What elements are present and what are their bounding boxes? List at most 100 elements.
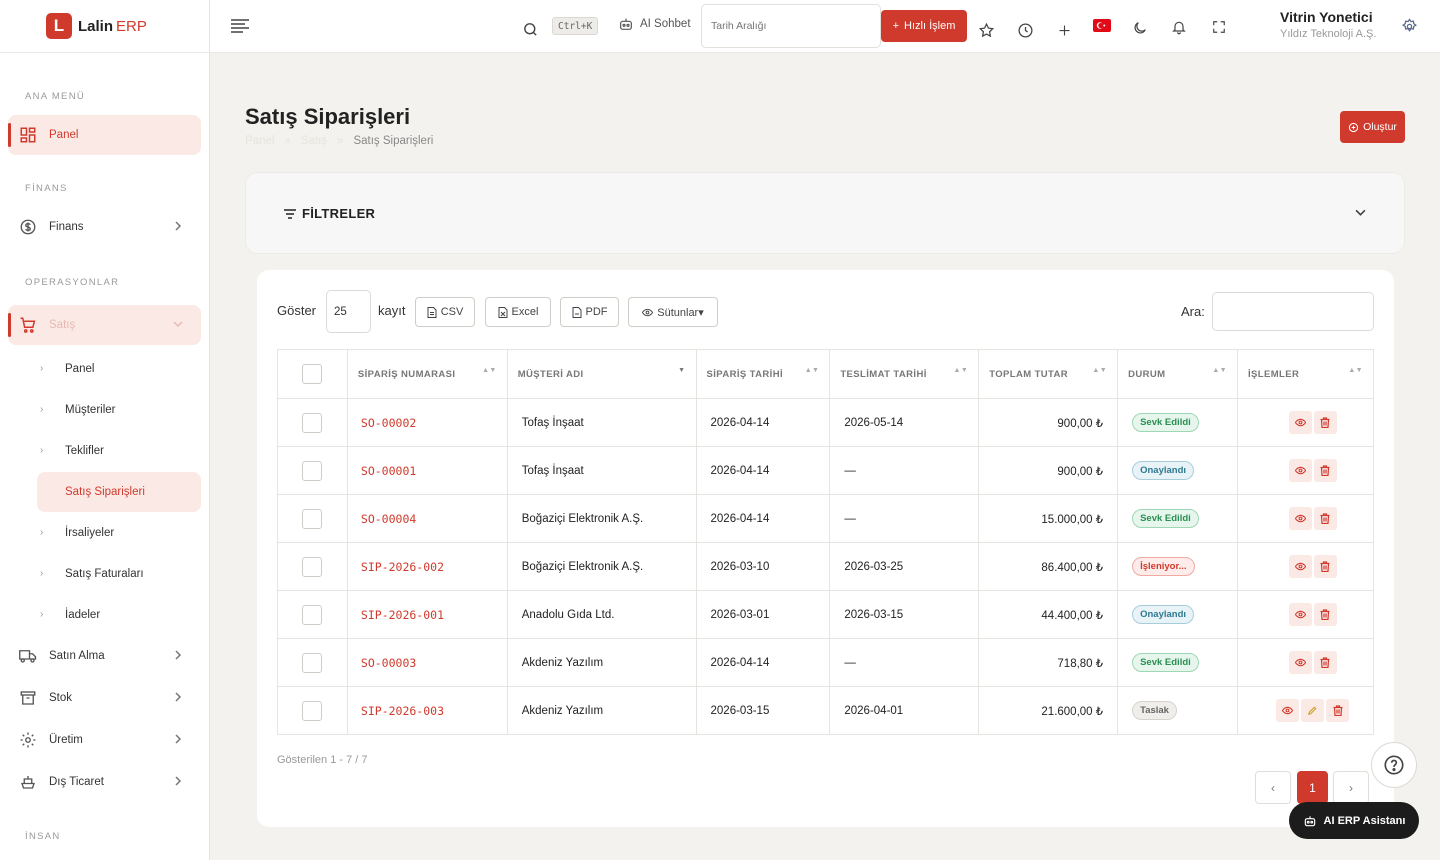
fullscreen-icon[interactable]: [1209, 17, 1229, 37]
header-label: İŞLEMLER: [1248, 368, 1300, 380]
view-icon[interactable]: [1288, 603, 1312, 626]
status-badge: Taslak: [1132, 701, 1177, 720]
column-header-delivery-date[interactable]: TESLİMAT TARİHİ ▲▼: [829, 349, 980, 399]
pdf-export-button[interactable]: PDF: [560, 297, 619, 327]
delete-icon[interactable]: [1313, 651, 1337, 674]
chevron-right-icon: [173, 734, 183, 744]
sidebar-sub-waybills[interactable]: › İrsaliyeler: [37, 513, 201, 553]
sidebar-sub-panel[interactable]: › Panel: [37, 349, 201, 389]
sidebar-sub-quotes[interactable]: › Teklifler: [37, 431, 201, 471]
pdf-label: PDF: [585, 306, 608, 318]
table-row[interactable]: SO-00003 Akdeniz Yazılım 2026-04-14—718,80…: [277, 638, 1374, 687]
sidebar-sub-returns[interactable]: › İadeler: [37, 595, 201, 635]
row-checkbox[interactable]: [302, 604, 323, 625]
table-row[interactable]: SIP-2026-002 Boğaziçi Elektronik A.Ş. 2026…: [277, 542, 1374, 591]
sidebar-sub-customers[interactable]: › Müşteriler: [37, 390, 201, 430]
order-date: 2026-03-01: [695, 590, 831, 639]
header-label: TOPLAM TUTAR: [989, 368, 1069, 380]
bell-icon[interactable]: [1169, 17, 1189, 37]
view-icon[interactable]: [1288, 507, 1312, 530]
table-row[interactable]: SIP-2026-001 Anadolu Gıda Ltd. 2026-03-01 2…: [277, 590, 1374, 639]
chevron-down-icon: [173, 319, 183, 329]
plus-circle-icon: [1348, 122, 1359, 133]
sidebar-item-purchasing[interactable]: Satın Alma: [8, 636, 201, 676]
delete-icon[interactable]: [1313, 507, 1337, 530]
chevron-down-icon[interactable]: [1355, 207, 1366, 218]
view-icon[interactable]: [1276, 699, 1299, 722]
row-checkbox[interactable]: [302, 508, 323, 529]
delete-icon[interactable]: [1313, 555, 1337, 578]
order-number-link[interactable]: SO-00004: [346, 494, 508, 543]
table-row[interactable]: SIP-2026-003 Akdeniz Yazılım 2026-03-15 202…: [277, 686, 1374, 735]
column-header-total[interactable]: TOPLAM TUTAR ▲▼: [978, 349, 1119, 399]
brand[interactable]: L Lalin ERP: [0, 0, 209, 53]
sidebar-item-label: Panel: [49, 129, 79, 141]
order-number-link[interactable]: SO-00003: [346, 638, 508, 687]
delete-icon[interactable]: [1313, 603, 1337, 626]
settings-gear-icon[interactable]: [1399, 16, 1419, 36]
ai-chat-button[interactable]: AI Sohbet: [618, 16, 691, 32]
delete-icon[interactable]: [1326, 699, 1349, 722]
table-row[interactable]: SO-00002 Tofaş İnşaat 2026-04-14 2026-05-14…: [277, 398, 1374, 447]
moon-icon[interactable]: [1130, 18, 1150, 38]
user-name[interactable]: Vitrin Yonetici: [1280, 9, 1373, 25]
search-icon[interactable]: [520, 19, 540, 39]
star-icon[interactable]: [976, 20, 996, 40]
sidebar: L Lalin ERP ANA MENÜ Panel FİNANS Finans …: [0, 0, 210, 860]
date-range-input[interactable]: [701, 4, 881, 48]
columns-toggle-button[interactable]: Sütunlar▾: [628, 297, 718, 327]
row-checkbox[interactable]: [302, 460, 323, 481]
order-number-link[interactable]: SIP-2026-002: [346, 542, 508, 591]
filters-panel[interactable]: FİLTRELER: [245, 172, 1405, 254]
row-checkbox[interactable]: [302, 700, 323, 721]
view-icon[interactable]: [1288, 555, 1312, 578]
pagination-prev-button[interactable]: ‹: [1255, 771, 1291, 804]
sidebar-item-production[interactable]: Üretim: [8, 720, 201, 760]
table-row[interactable]: SO-00004 Boğaziçi Elektronik A.Ş. 2026-04-…: [277, 494, 1374, 543]
delivery-date: 2026-03-25: [829, 542, 980, 591]
order-number-link[interactable]: SO-00001: [346, 446, 508, 495]
select-all-checkbox[interactable]: [302, 364, 323, 384]
sidebar-item-panel[interactable]: Panel: [8, 115, 201, 155]
sidebar-item-sales[interactable]: Satış: [8, 305, 201, 345]
row-checkbox[interactable]: [302, 412, 323, 433]
row-checkbox[interactable]: [302, 556, 323, 577]
view-icon[interactable]: [1288, 411, 1312, 434]
view-icon[interactable]: [1288, 651, 1312, 674]
status-cell: İşleniyor...: [1117, 542, 1239, 591]
breadcrumb-item[interactable]: Satış: [301, 135, 327, 147]
create-button[interactable]: Oluştur: [1340, 111, 1405, 143]
delete-icon[interactable]: [1313, 459, 1337, 482]
sidebar-item-stock[interactable]: Stok: [8, 678, 201, 718]
column-header-customer[interactable]: MÜŞTERİ ADI ▼: [506, 349, 697, 399]
column-header-order-date[interactable]: SİPARİŞ TARİHİ ▲▼: [695, 349, 831, 399]
pagination-page-button[interactable]: 1: [1297, 771, 1328, 804]
delete-icon[interactable]: [1313, 411, 1337, 434]
row-checkbox[interactable]: [302, 652, 323, 673]
ai-assistant-button[interactable]: AI ERP Asistanı: [1289, 802, 1419, 839]
plus-icon[interactable]: [1054, 20, 1074, 40]
order-number-link[interactable]: SIP-2026-001: [346, 590, 508, 639]
edit-icon[interactable]: [1301, 699, 1324, 722]
view-icon[interactable]: [1288, 459, 1312, 482]
table-search-input[interactable]: [1212, 292, 1374, 331]
order-number-link[interactable]: SIP-2026-003: [346, 686, 508, 735]
sidebar-sub-sales-orders[interactable]: Satış Siparişleri: [37, 472, 201, 512]
csv-export-button[interactable]: CSV: [415, 297, 475, 327]
pagination-next-button[interactable]: ›: [1333, 771, 1369, 804]
column-header-order-no[interactable]: SİPARİŞ NUMARASI ▲▼: [346, 349, 508, 399]
menu-toggle-icon[interactable]: [230, 16, 250, 36]
flag-tr-icon[interactable]: [1093, 19, 1111, 32]
column-header-status[interactable]: DURUM ▲▼: [1117, 349, 1239, 399]
quick-action-button[interactable]: + Hızlı İşlem: [881, 10, 967, 42]
page-size-select[interactable]: [326, 290, 371, 333]
clock-icon[interactable]: [1015, 20, 1035, 40]
sidebar-item-finance[interactable]: Finans: [8, 207, 201, 247]
sidebar-item-foreign-trade[interactable]: Dış Ticaret: [8, 762, 201, 802]
help-button[interactable]: [1371, 742, 1417, 788]
table-row[interactable]: SO-00001 Tofaş İnşaat 2026-04-14—900,00 ₺ O…: [277, 446, 1374, 495]
excel-export-button[interactable]: Excel: [485, 297, 551, 327]
sidebar-sub-invoices[interactable]: › Satış Faturaları: [37, 554, 201, 594]
breadcrumb-item[interactable]: Panel: [245, 135, 274, 147]
order-number-link[interactable]: SO-00002: [346, 398, 508, 447]
